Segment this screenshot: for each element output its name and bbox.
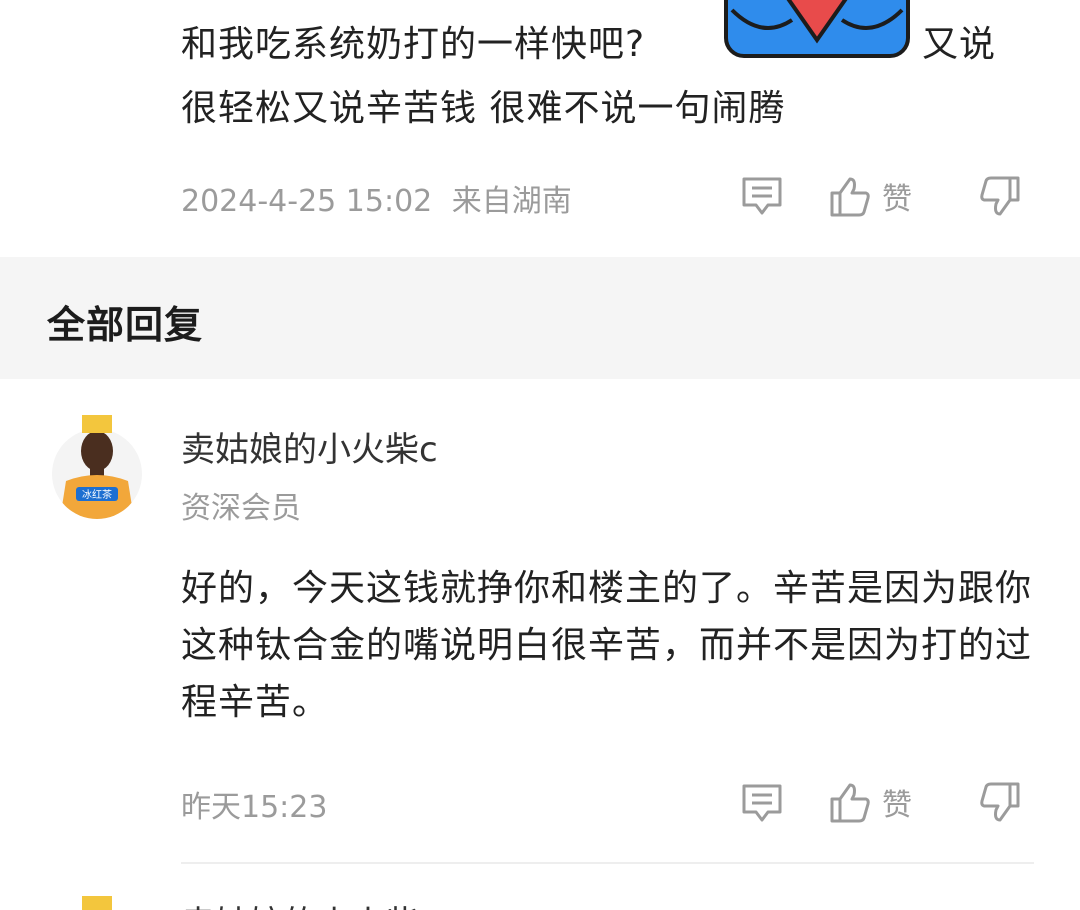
avatar-image: 冰红茶	[52, 415, 142, 519]
top-reply-timestamp: 2024-4-25 15:02	[181, 184, 433, 219]
reply-like-label: 赞	[882, 788, 912, 823]
next-reply-username[interactable]: 卖姑娘的小火柴c	[181, 896, 481, 910]
thumbs-up-icon	[830, 177, 870, 217]
reply-text: 好的，今天这钱就挣你和楼主的了。辛苦是因为跟你这种钛合金的嘴说明白很辛苦，而并不…	[181, 568, 1033, 723]
next-reply-avatar[interactable]	[82, 896, 112, 910]
reply-username[interactable]: 卖姑娘的小火柴c	[181, 422, 438, 471]
svg-text:冰红茶: 冰红茶	[82, 488, 112, 501]
comment-icon	[742, 177, 782, 215]
top-reply-meta: 2024-4-25 15:02 来自湖南	[181, 176, 572, 220]
top-reply-text-line1: 和我吃系统奶打的一样快吧?	[181, 16, 645, 73]
thumbs-down-icon	[980, 782, 1020, 822]
reply-divider	[181, 862, 1034, 864]
reply-comment-button[interactable]	[740, 782, 784, 824]
hug-heart-sticker-icon	[724, 0, 910, 58]
section-header: 全部回复	[0, 257, 1080, 379]
top-reply-text-line2: 很轻松又说辛苦钱 很难不说一句闹腾	[181, 88, 786, 129]
reply-user-badge: 资深会员	[181, 491, 301, 526]
top-reply-location: 来自湖南	[451, 184, 572, 219]
top-reply-text-tail: 又说	[922, 24, 997, 65]
reply-like-button[interactable]: 赞	[828, 780, 912, 824]
top-reply-like-label: 赞	[882, 182, 912, 217]
avatar-crown-shape	[82, 896, 112, 910]
avatar[interactable]: 冰红茶	[52, 415, 142, 519]
reply-timestamp: 昨天15:23	[181, 790, 328, 825]
section-title: 全部回复	[47, 303, 204, 347]
top-reply-dislike-button[interactable]	[978, 176, 1022, 218]
reply-dislike-button[interactable]	[978, 782, 1022, 824]
thumbs-down-icon	[980, 176, 1020, 216]
thumbs-up-icon	[830, 783, 870, 823]
sticker-emoji	[722, 0, 912, 60]
top-reply-text-part: 和我吃系统奶打的一样快吧?	[181, 24, 646, 65]
top-reply-like-button[interactable]: 赞	[828, 174, 912, 218]
comment-icon	[742, 784, 782, 822]
top-reply-comment-button[interactable]	[740, 175, 784, 217]
next-reply-username-clip: 卖姑娘的小火柴c	[181, 896, 481, 910]
